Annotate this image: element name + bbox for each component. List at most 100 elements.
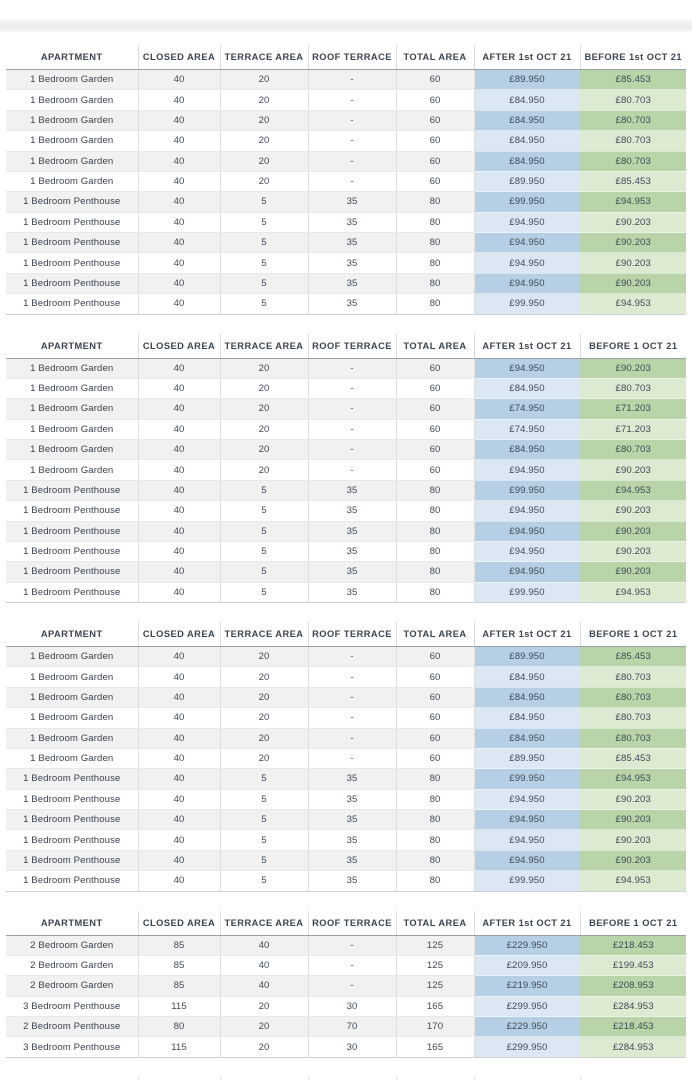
cell-price-before: £90.203 [579, 789, 686, 811]
cell-price-before: £90.203 [579, 232, 686, 254]
table-header-row: APARTMENTCLOSED AREATERRACE AREAROOF TER… [6, 333, 686, 359]
cell-price-before: £218.453 [579, 935, 686, 956]
cell-area: 60 [396, 398, 475, 420]
column-header: TOTAL AREA [396, 622, 475, 647]
cell-price-after: £99.950 [473, 870, 580, 892]
cell-area: - [308, 110, 397, 132]
cell-area: 80 [396, 582, 475, 604]
column-header: ROOF TERRACE [308, 910, 397, 936]
cell-price-before: £90.203 [579, 521, 686, 542]
cell-apartment: 2 Bedroom Garden [6, 935, 139, 956]
table-row: 1 Bedroom Penthouse 40 5 35 80 £99.950 £94.953 [6, 582, 686, 604]
cell-area: 5 [220, 850, 309, 872]
cell-area: 40 [220, 935, 309, 956]
cell-price-after: £84.950 [473, 707, 580, 729]
cell-area: 20 [220, 171, 309, 193]
cell-area: 35 [308, 521, 397, 542]
cell-area: 5 [220, 809, 309, 831]
cell-area: 35 [308, 541, 397, 563]
cell-apartment: 1 Bedroom Garden [6, 459, 139, 481]
cell-price-after: £94.950 [473, 809, 580, 831]
cell-area: 60 [396, 358, 475, 379]
table-row: 1 Bedroom Penthouse 40 5 35 80 £94.950 £90.203 [6, 252, 686, 274]
cell-area: 20 [220, 687, 309, 709]
cell-area: 5 [220, 829, 309, 851]
cell-area: 35 [308, 212, 397, 234]
cell-area: 60 [396, 748, 475, 770]
cell-area: 115 [138, 996, 221, 1018]
cell-price-before: £94.953 [579, 293, 686, 315]
price-table: APARTMENTCLOSED AREATERRACE AREAROOF TER… [6, 622, 686, 892]
cell-area: 80 [396, 768, 475, 790]
column-header: CLOSED AREA [138, 333, 221, 359]
column-header: BEFORE 1 OCT 21 [580, 910, 686, 936]
cell-area: 40 [138, 687, 221, 709]
cell-apartment: 1 Bedroom Garden [6, 398, 139, 420]
cell-area: - [308, 975, 397, 997]
cell-area: 60 [396, 666, 475, 688]
cell-price-after: £94.950 [473, 561, 580, 583]
cell-area: 60 [396, 89, 475, 111]
cell-price-before: £90.203 [579, 273, 686, 295]
cell-area: 5 [220, 541, 309, 563]
cell-area: - [308, 398, 397, 420]
cell-price-before: £80.703 [579, 728, 686, 749]
cell-area: 35 [308, 252, 397, 274]
cell-area: 60 [396, 419, 475, 441]
cell-area: 5 [220, 768, 309, 790]
cell-area: 35 [308, 273, 397, 295]
cell-area: 40 [138, 829, 221, 851]
cell-price-after: £99.950 [473, 480, 580, 502]
cell-price-after: £94.950 [473, 500, 580, 522]
table-row: 1 Bedroom Garden 40 20-60 £89.950 £85.453 [6, 69, 686, 91]
cell-price-after: £94.950 [473, 541, 580, 563]
cell-price-after: £84.950 [473, 89, 580, 111]
cell-price-before: £90.203 [579, 252, 686, 274]
cell-area: 40 [138, 561, 221, 583]
column-header: APARTMENT [6, 622, 139, 647]
cell-area: 5 [220, 870, 309, 892]
cell-area: 80 [396, 870, 475, 892]
cell-area: - [308, 459, 397, 481]
cell-area: 80 [396, 273, 475, 295]
price-table: APARTMENTCLOSED AREATERRACE AREAROOF TER… [6, 45, 686, 315]
price-table-section: APARTMENTCLOSED AREATERRACE AREAROOF TER… [6, 910, 686, 1058]
cell-area: 80 [396, 809, 475, 831]
cell-area: 20 [220, 1016, 309, 1038]
cell-price-before: £80.703 [579, 439, 686, 461]
cell-area: 20 [220, 89, 309, 111]
table-row: 1 Bedroom Penthouse 40 5 35 80 £94.950 £90.203 [6, 850, 686, 872]
cell-area: 80 [396, 212, 475, 234]
cell-area: 40 [138, 500, 221, 522]
cell-area: - [308, 687, 397, 709]
cell-area: 40 [138, 582, 221, 604]
table-row: 1 Bedroom Penthouse 40 5 35 80 £94.950 £90.203 [6, 809, 686, 831]
cell-area: 5 [220, 252, 309, 274]
column-header: AFTER 1st OCT 21 [474, 622, 581, 647]
cell-area: 40 [138, 521, 221, 542]
cell-area: 5 [220, 582, 309, 604]
cell-apartment: 1 Bedroom Penthouse [6, 850, 139, 872]
cell-apartment: 1 Bedroom Penthouse [6, 768, 139, 790]
table-row: 2 Bedroom Penthouse 80 20 70 170 £229.950 £218… [6, 1016, 686, 1038]
cell-area: 5 [220, 232, 309, 254]
cell-area: 70 [308, 1016, 397, 1038]
cell-price-before: £94.953 [579, 582, 686, 604]
cell-price-before: £85.453 [579, 748, 686, 770]
cell-area: 40 [138, 232, 221, 254]
cell-area: 40 [138, 151, 221, 172]
cell-area: 80 [396, 789, 475, 811]
column-header: AFTER 1st OCT 21 [474, 45, 581, 70]
table-row: 1 Bedroom Penthouse 40 5 35 80 £99.950 £94.953 [6, 191, 686, 213]
cell-price-before: £85.453 [579, 171, 686, 193]
cell-area: 40 [138, 378, 221, 400]
cell-area: - [308, 646, 397, 668]
cell-area: - [308, 728, 397, 749]
cell-area: 20 [220, 439, 309, 461]
cell-area: 60 [396, 728, 475, 749]
cell-area: 40 [138, 480, 221, 502]
cell-price-after: £84.950 [473, 687, 580, 709]
cell-price-after: £84.950 [473, 728, 580, 749]
cell-price-before: £80.703 [579, 130, 686, 152]
cell-price-after: £84.950 [473, 110, 580, 132]
